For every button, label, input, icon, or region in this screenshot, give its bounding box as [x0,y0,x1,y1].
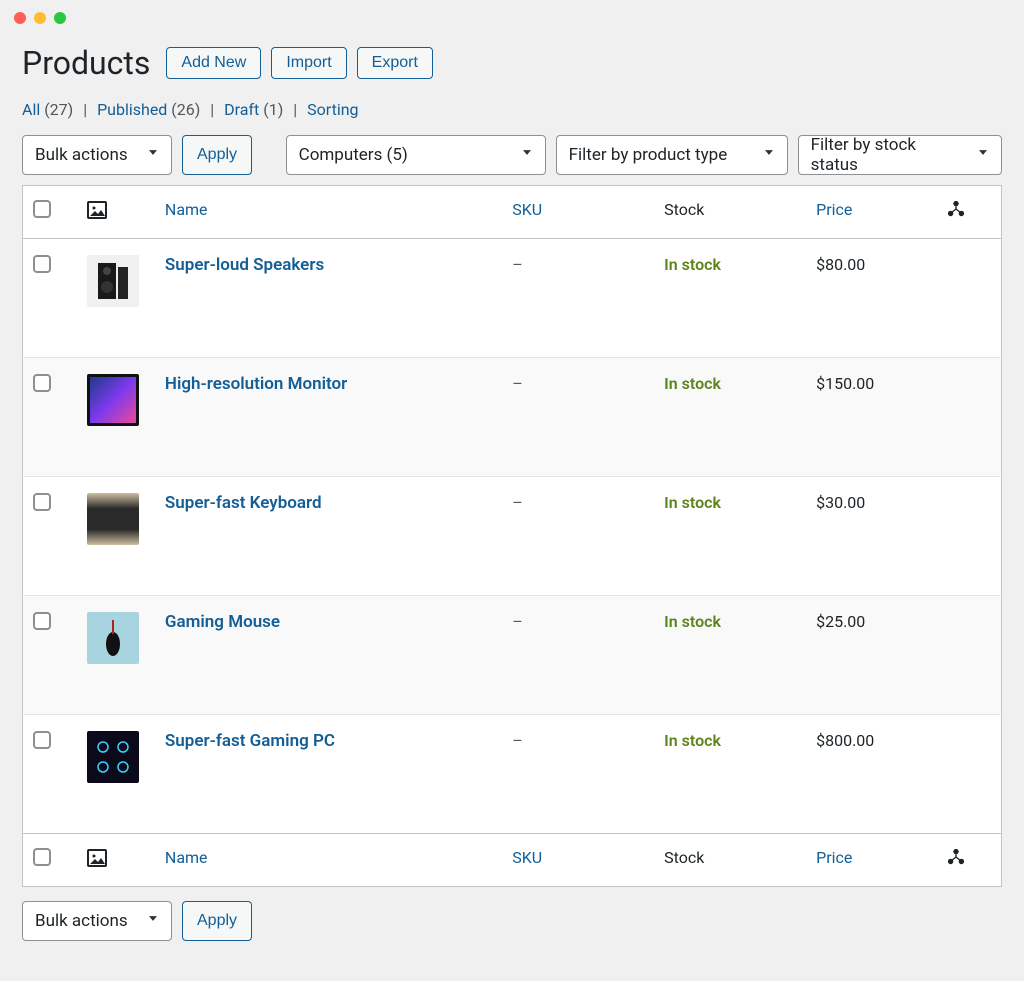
tablenav-bottom: Bulk actions Apply [22,901,1002,941]
chevron-down-icon [761,145,777,166]
image-icon [87,205,107,224]
stock-status: In stock [664,255,721,274]
chevron-down-icon [975,145,991,166]
stock-status: In stock [664,731,721,750]
product-name-link[interactable]: Super-loud Speakers [165,255,324,275]
table-row: High-resolution Monitor – In stock $150.… [23,358,1002,477]
status-filter-links: All (27) | Published (26) | Draft (1) | … [22,100,1002,119]
select-all-checkbox-footer[interactable] [33,848,51,866]
product-name-link[interactable]: Gaming Mouse [165,612,280,632]
products-table: Name SKU Stock Price Super-loud Speakers… [22,185,1002,887]
filter-published-count: (26) [171,100,200,119]
chevron-down-icon [519,145,535,166]
product-sku: – [512,493,523,512]
product-price: $800.00 [816,731,874,750]
column-name-sort[interactable]: Name [165,200,208,219]
product-thumbnail[interactable] [87,493,139,545]
product-type-filter-select[interactable]: Filter by product type [556,135,788,175]
table-row: Gaming Mouse – In stock $25.00 [23,596,1002,715]
product-thumbnail[interactable] [87,255,139,307]
column-sku-sort[interactable]: SKU [512,200,542,219]
product-thumbnail[interactable] [87,731,139,783]
row-checkbox[interactable] [33,374,51,392]
filter-all-count: (27) [44,100,73,119]
filter-draft-link[interactable]: Draft [224,100,259,119]
filter-published-link[interactable]: Published [97,100,167,119]
bulk-actions-label: Bulk actions [35,145,128,165]
stock-status: In stock [664,374,721,393]
column-price-sort-footer[interactable]: Price [816,848,852,867]
bulk-actions-select[interactable]: Bulk actions [22,135,172,175]
product-name-link[interactable]: Super-fast Gaming PC [165,731,335,751]
row-checkbox[interactable] [33,493,51,511]
product-sku: – [512,731,523,750]
bulk-actions-select-bottom[interactable]: Bulk actions [22,901,172,941]
categories-icon [946,203,966,222]
table-row: Super-fast Gaming PC – In stock $800.00 [23,715,1002,834]
product-name-link[interactable]: High-resolution Monitor [165,374,347,394]
category-filter-select[interactable]: Computers (5) [286,135,546,175]
page-header: Products Add New Import Export [22,44,1002,82]
product-thumbnail[interactable] [87,612,139,664]
product-type-filter-label: Filter by product type [569,145,728,165]
window-chrome [0,0,1024,36]
product-price: $25.00 [816,612,865,631]
category-filter-label: Computers (5) [299,145,408,165]
apply-bulk-button-bottom[interactable]: Apply [182,901,252,941]
filter-draft-count: (1) [263,100,283,119]
product-name-link[interactable]: Super-fast Keyboard [165,493,322,513]
column-name-sort-footer[interactable]: Name [165,848,208,867]
row-checkbox[interactable] [33,612,51,630]
column-sku-sort-footer[interactable]: SKU [512,848,542,867]
stock-status: In stock [664,612,721,631]
chevron-down-icon [145,145,161,166]
filter-all-link[interactable]: All [22,100,40,119]
page-title: Products [22,44,150,82]
window-close-icon[interactable] [14,12,26,24]
product-sku: – [512,374,523,393]
product-sku: – [512,255,523,274]
import-button[interactable]: Import [271,47,346,79]
column-price-sort[interactable]: Price [816,200,852,219]
product-thumbnail[interactable] [87,374,139,426]
product-price: $80.00 [816,255,865,274]
product-price: $30.00 [816,493,865,512]
table-row: Super-fast Keyboard – In stock $30.00 [23,477,1002,596]
export-button[interactable]: Export [357,47,433,79]
filter-sorting-link[interactable]: Sorting [307,100,358,119]
tablenav-top: Bulk actions Apply Computers (5) Filter … [22,135,1002,175]
categories-icon [946,851,966,870]
chevron-down-icon [145,911,161,932]
row-checkbox[interactable] [33,255,51,273]
image-icon [87,853,107,872]
product-sku: – [512,612,523,631]
column-stock: Stock [654,186,806,239]
apply-bulk-button[interactable]: Apply [182,135,252,175]
column-stock-footer: Stock [654,834,806,887]
product-price: $150.00 [816,374,874,393]
add-new-button[interactable]: Add New [166,47,261,79]
window-minimize-icon[interactable] [34,12,46,24]
window-maximize-icon[interactable] [54,12,66,24]
stock-status-filter-select[interactable]: Filter by stock status [798,135,1002,175]
table-row: Super-loud Speakers – In stock $80.00 [23,239,1002,358]
stock-status: In stock [664,493,721,512]
select-all-checkbox[interactable] [33,200,51,218]
products-table-body: Super-loud Speakers – In stock $80.00 Hi… [23,239,1002,834]
stock-status-filter-label: Filter by stock status [811,135,963,175]
bulk-actions-label-bottom: Bulk actions [35,911,128,931]
row-checkbox[interactable] [33,731,51,749]
